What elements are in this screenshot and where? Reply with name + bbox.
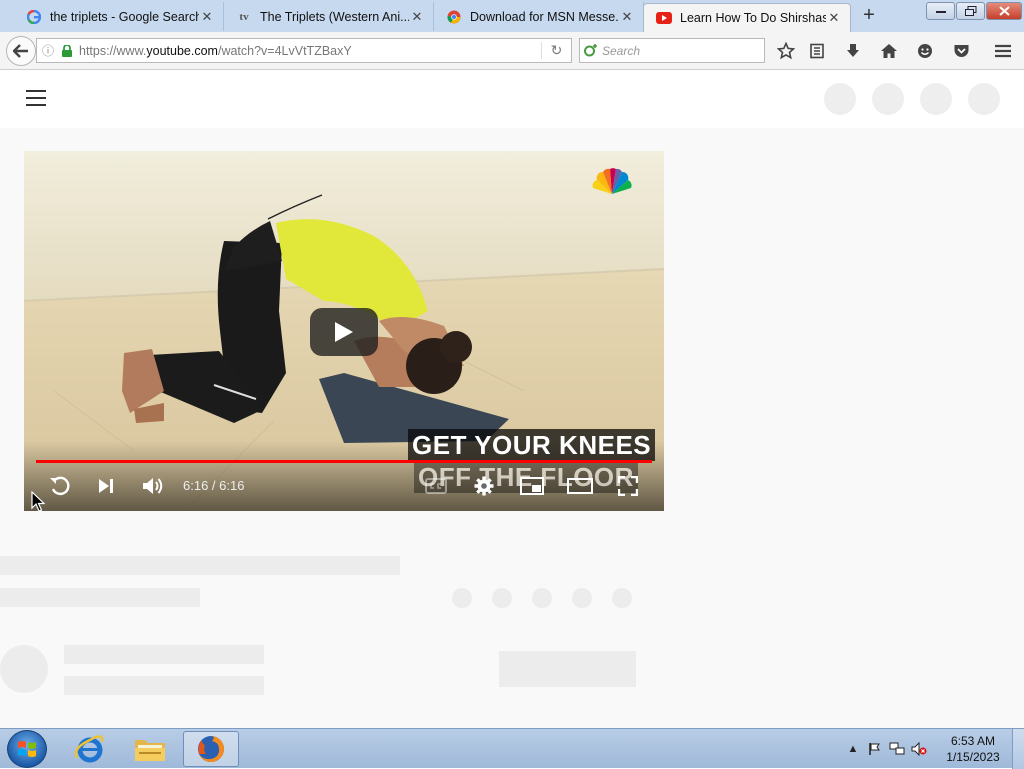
action-placeholder xyxy=(492,588,512,608)
fullscreen-icon xyxy=(618,476,638,496)
address-bar[interactable]: ⓘ https://www.youtube.com/watch?v=4LvVtT… xyxy=(36,38,572,63)
close-window-button[interactable] xyxy=(986,2,1022,20)
subtitle-placeholder xyxy=(0,588,200,607)
pocket-icon[interactable] xyxy=(950,40,972,62)
lock-icon[interactable] xyxy=(59,44,75,57)
channel-avatar-placeholder xyxy=(0,645,48,693)
tv-icon: tv xyxy=(239,10,249,23)
subscribe-button-placeholder xyxy=(499,651,636,687)
settings-button[interactable] xyxy=(472,473,496,499)
action-placeholder xyxy=(612,588,632,608)
tab-the-triplets[interactable]: tv The Triplets (Western Ani... ✕ xyxy=(224,2,434,31)
youtube-icon xyxy=(656,10,672,26)
guide-menu-icon[interactable] xyxy=(26,90,46,106)
theater-mode-icon xyxy=(567,478,593,494)
system-tray: ▲ xyxy=(842,731,930,767)
mouse-cursor-icon xyxy=(31,491,45,512)
arrow-left-icon xyxy=(13,44,28,58)
show-desktop-button[interactable] xyxy=(1012,729,1024,769)
tab-google-search[interactable]: the triplets - Google Search ✕ xyxy=(14,2,224,31)
video-player[interactable]: GET YOUR KNEES OFF THE FLOOR 6:16 / 6:16 xyxy=(24,151,664,511)
internet-explorer-icon xyxy=(74,735,104,763)
chrome-icon xyxy=(446,9,462,25)
reload-icon[interactable]: ↻ xyxy=(541,42,571,59)
theater-mode-button[interactable] xyxy=(566,473,594,499)
taskbar: ▲ 6:53 AM 1/15/2023 xyxy=(0,728,1024,769)
tab-close-icon[interactable]: ✕ xyxy=(199,9,215,25)
gear-icon xyxy=(474,476,494,496)
firefox-icon xyxy=(198,736,224,762)
action-center-flag-icon[interactable] xyxy=(864,738,886,760)
replay-button[interactable] xyxy=(48,473,72,499)
show-hidden-icons-icon[interactable]: ▲ xyxy=(842,738,864,760)
replay-icon xyxy=(50,476,70,496)
play-icon xyxy=(335,322,353,342)
header-placeholder-circle xyxy=(872,83,904,115)
windows-logo-icon xyxy=(18,741,36,757)
hello-chat-icon[interactable] xyxy=(914,40,936,62)
action-placeholder xyxy=(532,588,552,608)
start-button[interactable] xyxy=(7,730,47,768)
clock-date: 1/15/2023 xyxy=(946,750,1000,764)
volume-icon xyxy=(143,478,163,494)
nbc-peacock-logo xyxy=(592,168,632,194)
url-text[interactable]: https://www.youtube.com/watch?v=4LvVtTZB… xyxy=(75,44,541,58)
next-button[interactable] xyxy=(94,473,118,499)
volume-muted-icon[interactable] xyxy=(908,738,930,760)
clock-time: 6:53 AM xyxy=(950,734,996,748)
channel-name-placeholder xyxy=(64,645,264,664)
downloads-icon[interactable] xyxy=(842,40,864,62)
navigation-toolbar: ⓘ https://www.youtube.com/watch?v=4LvVtT… xyxy=(0,32,1024,70)
info-icon[interactable]: ⓘ xyxy=(37,42,59,59)
tab-close-icon[interactable]: ✕ xyxy=(826,10,842,26)
title-placeholder xyxy=(0,556,400,575)
network-icon[interactable] xyxy=(886,738,908,760)
search-engine-icon[interactable] xyxy=(580,43,602,58)
action-placeholder xyxy=(572,588,592,608)
tab-msn-download[interactable]: Download for MSN Messe... ✕ xyxy=(434,2,644,31)
channel-subs-placeholder xyxy=(64,676,264,695)
taskbar-file-explorer[interactable] xyxy=(122,731,178,767)
miniplayer-button[interactable] xyxy=(519,473,545,499)
tab-title: Learn How To Do Shirshas... xyxy=(680,11,826,25)
tab-close-icon[interactable]: ✕ xyxy=(409,9,425,25)
tab-title: Download for MSN Messe... xyxy=(470,9,619,24)
large-play-button[interactable] xyxy=(310,308,378,356)
menu-icon[interactable] xyxy=(992,40,1014,62)
search-input[interactable]: Search xyxy=(602,44,640,58)
tab-title: the triplets - Google Search xyxy=(50,9,199,24)
reading-list-icon[interactable] xyxy=(806,40,828,62)
header-placeholder-circle xyxy=(920,83,952,115)
volume-button[interactable] xyxy=(141,473,165,499)
tab-title: The Triplets (Western Ani... xyxy=(260,9,409,24)
miniplayer-icon xyxy=(520,477,544,495)
fullscreen-button[interactable] xyxy=(616,473,640,499)
bookmark-star-icon[interactable] xyxy=(775,40,797,62)
home-icon[interactable] xyxy=(878,40,900,62)
captions-icon xyxy=(425,478,447,494)
progress-bar[interactable] xyxy=(36,460,652,463)
taskbar-internet-explorer[interactable] xyxy=(62,731,118,767)
browser-tab-strip: the triplets - Google Search ✕ tv The Tr… xyxy=(0,0,1024,32)
system-clock[interactable]: 6:53 AM 1/15/2023 xyxy=(940,733,1006,765)
header-placeholder-circle xyxy=(968,83,1000,115)
time-display: 6:16 / 6:16 xyxy=(183,478,245,493)
new-tab-button[interactable]: + xyxy=(858,4,880,26)
file-explorer-icon xyxy=(135,740,165,761)
taskbar-firefox[interactable] xyxy=(183,731,239,767)
restore-button[interactable] xyxy=(956,2,985,20)
next-icon xyxy=(99,479,113,493)
subtitles-button[interactable] xyxy=(424,473,448,499)
search-box[interactable]: Search xyxy=(579,38,765,63)
tab-youtube-video[interactable]: Learn How To Do Shirshas... ✕ xyxy=(643,3,851,32)
tab-close-icon[interactable]: ✕ xyxy=(619,9,635,25)
caption-line-1: GET YOUR KNEES xyxy=(408,429,656,461)
back-button[interactable] xyxy=(6,36,36,66)
minimize-button[interactable] xyxy=(926,2,955,20)
action-placeholder xyxy=(452,588,472,608)
google-icon xyxy=(26,9,42,25)
webpage: GET YOUR KNEES OFF THE FLOOR 6:16 / 6:16 xyxy=(0,71,1024,728)
youtube-header xyxy=(0,71,1024,128)
header-placeholder-circle xyxy=(824,83,856,115)
